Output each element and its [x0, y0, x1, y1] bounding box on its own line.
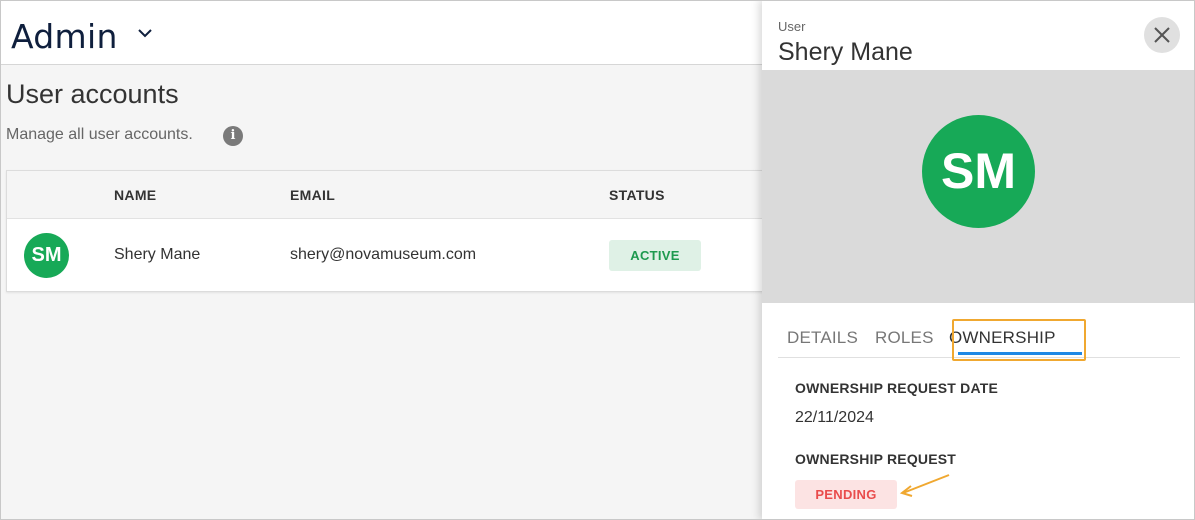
- panel-kicker: User: [778, 19, 806, 34]
- close-icon: [1154, 27, 1170, 43]
- tab-details[interactable]: DETAILS: [787, 328, 858, 348]
- chevron-down-icon[interactable]: [136, 24, 154, 42]
- arrow-icon: [899, 474, 950, 497]
- panel-tabs: DETAILS ROLES OWNERSHIP: [778, 318, 1180, 361]
- user-email: shery@novamuseum.com: [290, 246, 477, 263]
- panel-user-name: Shery Mane: [778, 38, 913, 66]
- tab-highlight-box: [952, 319, 1086, 361]
- app-title: Admin: [11, 17, 118, 56]
- avatar-banner: SM: [762, 70, 1195, 303]
- user-accounts-table: NAME EMAIL STATUS SM Shery Mane shery@no…: [6, 170, 766, 292]
- tab-roles[interactable]: ROLES: [875, 328, 934, 348]
- ownership-request-label: OWNERSHIP REQUEST: [795, 451, 957, 467]
- table-row[interactable]: SM Shery Mane shery@novamuseum.com ACTIV…: [7, 219, 765, 291]
- page-subtitle: Manage all user accounts.: [6, 126, 193, 143]
- ownership-request-date-label: OWNERSHIP REQUEST DATE: [795, 380, 999, 396]
- column-header-email[interactable]: EMAIL: [290, 187, 335, 203]
- user-detail-panel: User Shery Mane SM DETAILS ROLES OWNERSH…: [762, 0, 1195, 520]
- avatar: SM: [24, 233, 69, 278]
- column-header-status[interactable]: STATUS: [609, 187, 665, 203]
- info-icon[interactable]: i: [223, 126, 243, 146]
- top-bar: Admin: [0, 0, 762, 65]
- ownership-request-date-value: 22/11/2024: [795, 409, 874, 426]
- page-title: User accounts: [6, 79, 179, 109]
- user-name: Shery Mane: [114, 246, 201, 263]
- table-header: NAME EMAIL STATUS: [7, 171, 765, 219]
- avatar-large: SM: [922, 115, 1035, 228]
- close-button[interactable]: [1144, 17, 1180, 53]
- pending-badge: PENDING: [795, 480, 897, 509]
- status-badge: ACTIVE: [609, 240, 701, 271]
- column-header-name[interactable]: NAME: [114, 187, 156, 203]
